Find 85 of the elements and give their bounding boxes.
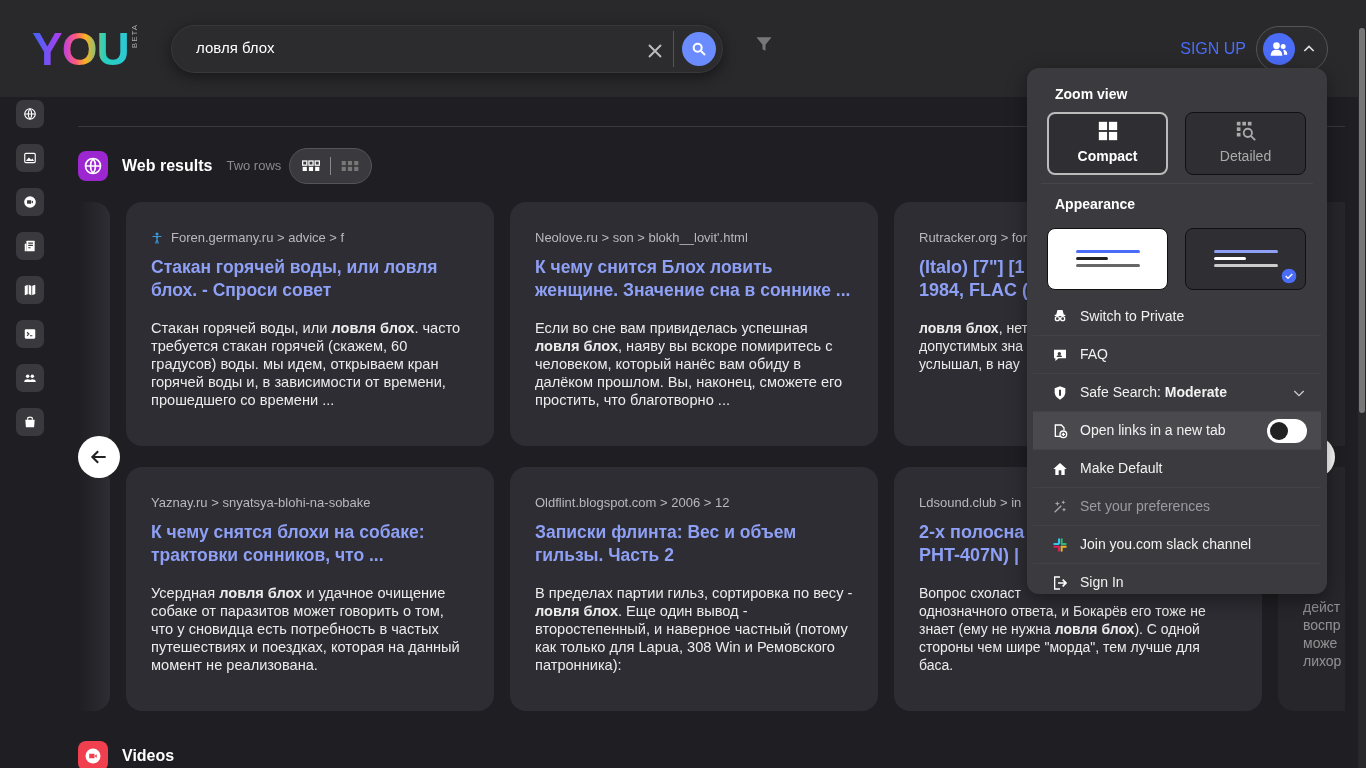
theme-option[interactable] (1185, 228, 1306, 290)
search-icon (691, 40, 707, 57)
sidebar-button[interactable] (16, 144, 44, 172)
search-button[interactable] (682, 31, 716, 66)
theme-option[interactable] (1047, 228, 1168, 290)
zoom-option[interactable]: Detailed (1185, 112, 1306, 175)
globe-icon (23, 107, 37, 121)
menu-heading: Appearance (1055, 195, 1136, 214)
title-line[interactable]: (Italo) [7"] [1 (919, 255, 1025, 279)
snippet-line: лихор (1303, 652, 1342, 670)
sidebar-button[interactable] (16, 100, 44, 128)
search-bar[interactable]: ловля блох (171, 24, 723, 73)
snippet-line: ловля блох, нет (919, 318, 1028, 337)
zoom-option[interactable]: Compact (1047, 112, 1168, 175)
check-icon (1281, 268, 1297, 284)
result-url: Oldflint.blogspot.com > 2006 > 12 (535, 494, 730, 512)
menu-item[interactable]: Switch to Private (1033, 297, 1321, 335)
shield-icon (1052, 384, 1068, 401)
snippet-line: услышал, в нау (919, 354, 1020, 373)
previous-button[interactable] (78, 436, 120, 478)
slack-icon (1052, 536, 1068, 553)
image-icon (23, 151, 37, 165)
sidebar-button[interactable] (16, 320, 44, 348)
snippet-line: однозначного ответа, и Бокарёв его тоже не (919, 601, 1206, 620)
layout-label: Two rows (226, 156, 282, 175)
result-url: Foren.germany.ru > advice > f (171, 229, 345, 247)
sign-up-link[interactable]: SIGN UP (1180, 36, 1246, 61)
section-title: Videos (122, 745, 175, 766)
home-icon (1052, 460, 1068, 477)
sidebar-button[interactable] (16, 276, 44, 304)
snippet-line: допустимых зна (919, 336, 1024, 355)
snippet-line: дейст (1303, 598, 1341, 616)
result-snippet: В пределах партии гильз, сортировка по весу - ловля блох. Еще один вывод - второстепенный, и наверное частный (потому как только для Lapua, 308 Win и Ремовского патронника): (535, 583, 853, 674)
result-snippet: Стакан горячей воды, или ловля блох. часто требуется стакан горячей (скажем, 60 градусов) воды. мы идем, открываем кран горячей воды и, в зависимости от времени, прошедшего со времени ... (151, 318, 462, 409)
result-title[interactable]: Записки флинта: Вес и объем гильзы. Часть 2 (535, 520, 853, 567)
toggle-switch[interactable] (1267, 418, 1307, 443)
news-icon (23, 239, 37, 253)
section-title: Web results (122, 155, 213, 176)
shopping-bag-icon (23, 415, 37, 429)
snippet-line: може (1303, 634, 1338, 652)
menu-item[interactable]: FAQ (1033, 335, 1321, 373)
snippet-line: знает (ему не нужна ловля блох). С одной (919, 619, 1200, 638)
video-icon (78, 740, 108, 768)
new-tab-icon (1052, 422, 1068, 439)
sidebar-button[interactable] (16, 188, 44, 216)
search-field[interactable]: ловля блох (194, 36, 637, 61)
globe-icon (78, 150, 108, 181)
sign-in-icon (1052, 574, 1068, 591)
menu-item[interactable]: Open links in a new tab (1033, 411, 1321, 449)
result-title[interactable]: К чему снится Блох ловить женщине. Значение сна в соннике ... (535, 255, 853, 302)
avatar-icon (1263, 32, 1295, 65)
grid-zoom-icon (1234, 120, 1257, 142)
snippet-line: стороны чем шире "морда", тем лучше для (919, 637, 1200, 656)
menu-item[interactable]: Sign In (1033, 563, 1321, 601)
result-url: Yaznay.ru > snyatsya-blohi-na-sobake (151, 494, 371, 512)
incognito-icon (1052, 308, 1068, 324)
text-lines-icon (1075, 249, 1140, 269)
sidebar-button[interactable] (16, 232, 44, 260)
result-snippet: Если во сне вам привиделась успешная ловля блох, наяву вы вскоре помиритесь с человеком, который нанёс вам обиду в далёком прошлом. Вы, наконец, сможете его простить, что благотворно ... (535, 318, 844, 409)
grid-icon (1096, 120, 1119, 142)
result-url: Ldsound.club > in (919, 494, 1022, 512)
result-url: Neolove.ru > son > blokh__lovit'.html (535, 229, 748, 247)
sparkles-icon (1052, 498, 1068, 515)
menu-heading: Zoom view (1055, 85, 1128, 104)
text-lines-icon (1213, 249, 1278, 269)
result-url: Rutracker.org > for (919, 229, 1028, 247)
close-icon (647, 42, 663, 59)
title-line[interactable]: 2-х полосна (919, 520, 1025, 544)
beta-label: BETA (128, 23, 140, 48)
snippet-line: баса. (919, 655, 954, 674)
menu-item[interactable]: Join you.com slack channel (1033, 525, 1321, 563)
filter-icon[interactable] (755, 34, 773, 53)
menu-item[interactable]: Make Default (1033, 449, 1321, 487)
sidebar-button[interactable] (16, 408, 44, 436)
title-line[interactable]: PHT-407N) | (919, 543, 1020, 567)
result-title[interactable]: К чему снятся блохи на собаке: трактовки сонников, что ... (151, 520, 469, 567)
map-icon (23, 283, 37, 297)
snippet-line: воспр (1303, 616, 1341, 634)
video-icon (23, 195, 37, 209)
terminal-icon (23, 327, 37, 341)
result-title[interactable]: Стакан горячей воды, или ловля блох. - Спроси совет (151, 255, 469, 302)
snippet-line: Вопрос схоласт (919, 583, 1021, 602)
result-snippet: Усердная ловля блох и удачное очищение собаке от паразитов может говорить о том, что у сновидца есть потребность в частых путешествиях и поездках, которая на данный момент не реализована. (151, 583, 461, 674)
sidebar-button[interactable] (16, 364, 44, 392)
title-line[interactable]: 1984, FLAC ( (919, 278, 1029, 302)
